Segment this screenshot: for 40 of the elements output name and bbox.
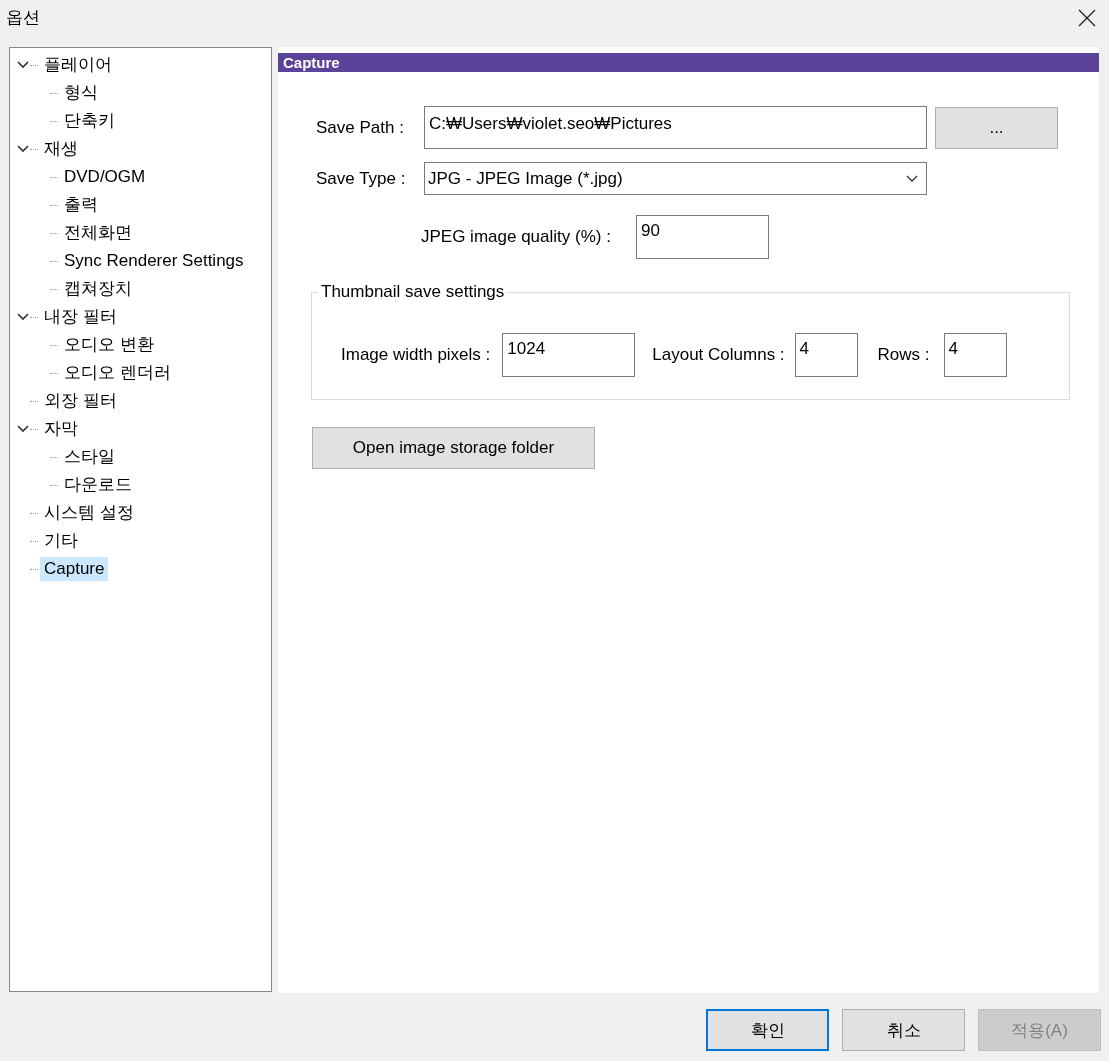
field-label: Save Type :	[316, 168, 407, 189]
field-label: Rows :	[877, 345, 930, 365]
window-title: 옵션	[6, 6, 40, 29]
tree-item[interactable]: Capture	[40, 557, 109, 581]
dropdown[interactable]: JPG - JPEG Image (*.jpg)	[424, 162, 927, 195]
field-label: Layout Columns :	[652, 345, 785, 365]
dialog-button[interactable]: 확인	[706, 1009, 829, 1051]
tree-item[interactable]: 오디오 변환	[60, 333, 158, 357]
tree-item[interactable]: 단축키	[60, 109, 119, 133]
group-title: Thumbnail save settings	[318, 282, 508, 302]
tree-item[interactable]: 기타	[40, 529, 82, 553]
close-icon[interactable]	[1078, 9, 1096, 27]
input-field[interactable]: 4	[943, 333, 1007, 377]
tree-item[interactable]: 플레이어	[40, 53, 116, 77]
tree-item[interactable]: 다운로드	[60, 473, 136, 497]
field-label: JPEG image quality (%) :	[421, 227, 612, 247]
tree-item[interactable]: 전체화면	[60, 221, 136, 245]
open-folder-button[interactable]: Open image storage folder	[312, 427, 595, 469]
section-header: Capture	[278, 53, 1099, 72]
chevron-down-icon	[906, 174, 918, 183]
tree-item[interactable]: 재생	[40, 137, 82, 161]
browse-button[interactable]: ...	[935, 106, 1058, 149]
tree-item[interactable]: 오디오 렌더러	[60, 361, 175, 385]
input-field[interactable]: 90	[636, 215, 769, 259]
field-label: Image width pixels :	[341, 345, 491, 365]
tree-item[interactable]: 외장 필터	[40, 389, 121, 413]
input-field[interactable]: 1024	[502, 333, 636, 377]
tree-item[interactable]: 형식	[60, 81, 102, 105]
input-field[interactable]: 4	[794, 333, 858, 377]
tree-item[interactable]: 출력	[60, 193, 102, 217]
input-field[interactable]: C:₩Users₩violet.seo₩Pictures	[424, 106, 927, 149]
tree-item[interactable]: 자막	[40, 417, 82, 441]
tree-item[interactable]: 스타일	[60, 445, 119, 469]
field-label: Save Path :	[316, 117, 405, 138]
dialog-button[interactable]: 취소	[842, 1009, 965, 1051]
tree-item[interactable]: DVD/OGM	[60, 165, 150, 189]
tree-item[interactable]: 시스템 설정	[40, 501, 138, 525]
tree-item[interactable]: Sync Renderer Settings	[60, 249, 248, 273]
tree-item[interactable]: 내장 필터	[40, 305, 121, 329]
tree-item[interactable]: 캡쳐장치	[60, 277, 136, 301]
